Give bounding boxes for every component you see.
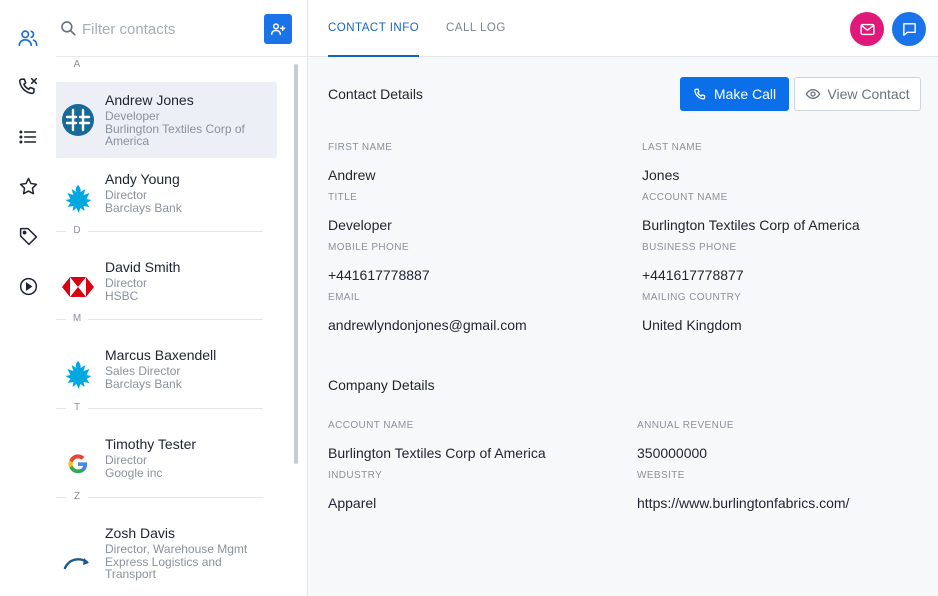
contact-meta: Developer Burlington Textiles Corp of Am… (105, 110, 270, 148)
eye-icon (805, 86, 821, 102)
mail-icon (859, 21, 876, 38)
website-label: WEBSITE (637, 470, 685, 481)
contact-detail-panel: CONTACT INFO CALL LOG Contact Details Ma… (308, 0, 938, 596)
email-label: EMAIL (328, 292, 361, 303)
title-label: TITLE (328, 192, 358, 203)
chat-icon (901, 21, 918, 38)
contact-title: Sales Director (105, 364, 181, 378)
contact-name: Zosh Davis (105, 525, 176, 541)
account-name-value: Burlington Textiles Corp of America (642, 217, 860, 233)
search-bar (56, 0, 307, 57)
annual-revenue-label: ANNUAL REVENUE (637, 420, 734, 431)
contact-meta: Director HSBC (105, 277, 270, 302)
company-account-name-label: ACCOUNT NAME (328, 420, 414, 431)
contact-title: Director (105, 276, 148, 290)
navigation-rail (0, 0, 56, 596)
add-user-icon (270, 21, 286, 37)
hsbc-logo-icon (61, 270, 95, 304)
burlington-logo-icon (61, 103, 95, 137)
contact-title: Director (105, 453, 148, 467)
make-call-button[interactable]: Make Call (680, 77, 789, 111)
view-contact-label: View Contact (827, 86, 910, 102)
view-contact-button[interactable]: View Contact (794, 77, 921, 111)
contact-meta: Director, Warehouse Mgmt Express Logisti… (105, 543, 270, 581)
letter-divider-t: T (56, 401, 263, 415)
contacts-icon[interactable] (14, 24, 42, 52)
mobile-phone-value: +441617778887 (328, 267, 430, 283)
missed-call-icon[interactable] (14, 73, 42, 101)
barclays-eagle-logo-icon (61, 358, 95, 392)
contact-title: Developer (105, 109, 160, 123)
annual-revenue-value: 350000000 (637, 445, 708, 461)
list-icon[interactable] (14, 123, 42, 151)
tag-icon[interactable] (14, 222, 42, 250)
contact-company: Barclays Bank (105, 376, 182, 391)
account-name-label: ACCOUNT NAME (642, 192, 728, 203)
contact-item-zosh-davis[interactable]: Zosh Davis Director, Warehouse Mgmt Expr… (56, 515, 277, 591)
star-icon[interactable] (14, 172, 42, 200)
google-logo-icon (61, 447, 95, 481)
contacts-list: A Andrew Jones Developer Burlington Text… (56, 57, 307, 596)
letter-divider-d: D (56, 224, 263, 238)
company-account-name-value: Burlington Textiles Corp of America (328, 445, 546, 461)
contact-company: Google inc (105, 465, 163, 480)
email-button[interactable] (850, 12, 884, 46)
add-contact-button[interactable] (264, 14, 292, 44)
express-logistics-logo-icon (61, 545, 95, 579)
title-value: Developer (328, 217, 392, 233)
contact-name: Marcus Baxendell (105, 347, 217, 363)
contact-details-heading: Contact Details (328, 86, 423, 102)
industry-value: Apparel (328, 495, 377, 511)
contact-name: Andrew Jones (105, 92, 194, 108)
phone-icon (693, 87, 708, 102)
mobile-phone-label: MOBILE PHONE (328, 242, 409, 253)
contact-meta: Sales Director Barclays Bank (105, 365, 270, 390)
contact-name: Andy Young (105, 171, 180, 187)
barclays-eagle-logo-icon (61, 182, 95, 216)
play-icon[interactable] (14, 272, 42, 300)
letter-divider-a: A (56, 58, 263, 72)
contact-name: Timothy Tester (105, 436, 197, 452)
contact-company: HSBC (105, 288, 139, 303)
email-value: andrewlyndonjones@gmail.com (328, 317, 527, 333)
last-name-value: Jones (642, 167, 680, 183)
contacts-scrollbar[interactable] (294, 64, 298, 464)
mailing-country-label: MAILING COUNTRY (642, 292, 742, 303)
contact-company: Barclays Bank (105, 200, 182, 215)
contact-company: Burlington Textiles Corp of America (105, 121, 245, 148)
tab-contact-info[interactable]: CONTACT INFO (328, 22, 420, 57)
website-link[interactable]: https://www.burlingtonfabrics.com/ (637, 495, 849, 511)
contacts-panel: A Andrew Jones Developer Burlington Text… (56, 0, 308, 596)
business-phone-label: BUSINESS PHONE (642, 242, 737, 253)
contact-meta: Director Google inc (105, 454, 270, 479)
business-phone-value: +441617778877 (642, 267, 744, 283)
contact-title: Director (105, 188, 148, 202)
contact-company: Express Logistics and Transport (105, 554, 222, 581)
letter-divider-m: M (56, 312, 263, 326)
tab-call-log[interactable]: CALL LOG (446, 22, 506, 57)
last-name-label: LAST NAME (642, 142, 703, 153)
first-name-label: FIRST NAME (328, 142, 393, 153)
industry-label: INDUSTRY (328, 470, 383, 481)
first-name-value: Andrew (328, 167, 376, 183)
search-icon (59, 19, 77, 37)
contact-title: Director, Warehouse Mgmt (105, 542, 248, 556)
make-call-label: Make Call (713, 86, 777, 102)
contact-meta: Director Barclays Bank (105, 189, 270, 214)
tab-bar: CONTACT INFO CALL LOG (308, 0, 938, 57)
letter-divider-z: Z (56, 490, 263, 504)
chat-button[interactable] (892, 12, 926, 46)
mailing-country-value: United Kingdom (642, 317, 742, 333)
filter-contacts-input[interactable] (82, 16, 252, 42)
company-details-heading: Company Details (328, 377, 435, 393)
contact-name: David Smith (105, 259, 181, 275)
contact-item-andrew-jones[interactable]: Andrew Jones Developer Burlington Textil… (56, 82, 277, 158)
